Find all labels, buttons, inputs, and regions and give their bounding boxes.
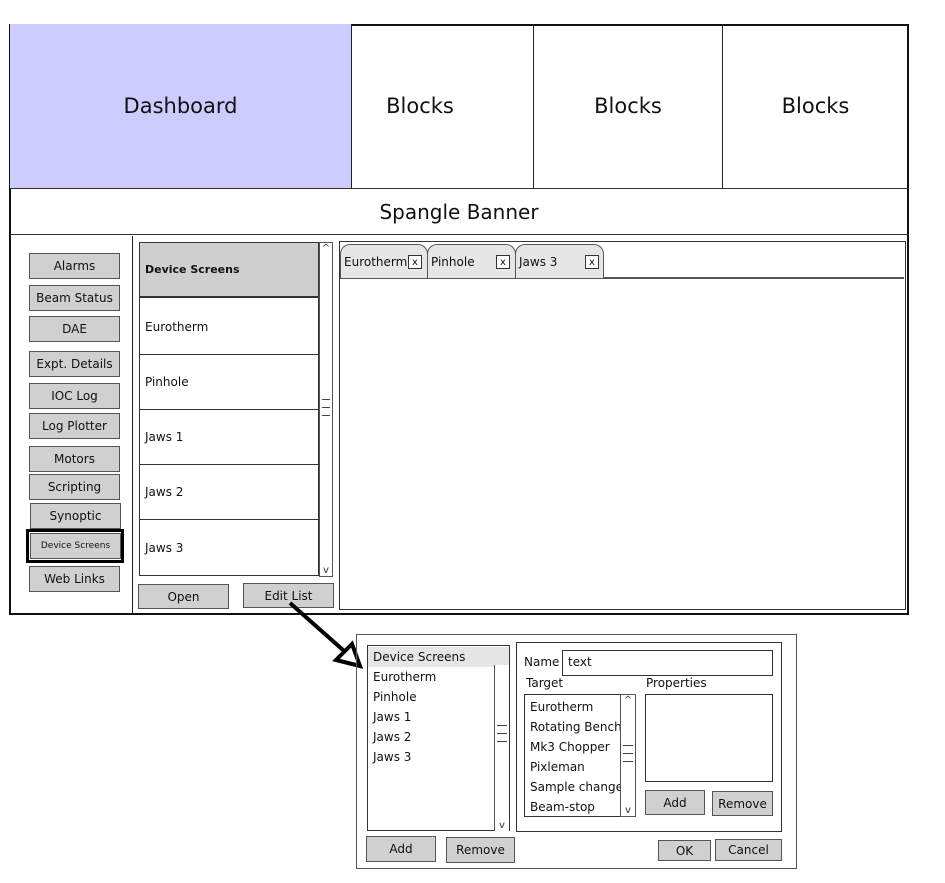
sidebar-item-synoptic[interactable]: Synoptic <box>30 503 121 529</box>
sidebar-item-scripting[interactable]: Scripting <box>29 474 120 500</box>
scroll-grip-icon[interactable] <box>623 753 633 754</box>
list-header: Device Screens <box>140 243 318 298</box>
sidebar-item-log-plotter[interactable]: Log Plotter <box>29 413 120 439</box>
tab-label: Pinhole <box>431 254 475 269</box>
list-item[interactable]: Pinhole <box>368 687 417 707</box>
scroll-up-icon[interactable]: ^ <box>320 243 332 254</box>
device-screen-content: Eurotherm x Pinhole x Jaws 3 x <box>339 241 906 610</box>
close-icon[interactable]: x <box>408 255 422 269</box>
scroll-up-icon[interactable]: ^ <box>621 695 635 706</box>
list-item[interactable]: Eurotherm <box>140 300 318 355</box>
property-remove-button[interactable]: Remove <box>712 791 773 816</box>
dialog-add-button[interactable]: Add <box>366 836 436 862</box>
scroll-down-icon[interactable]: v <box>320 565 332 576</box>
list-item[interactable]: Eurotherm <box>368 667 436 687</box>
scroll-grip-icon[interactable] <box>322 415 330 416</box>
sidebar-item-ioc-log[interactable]: IOC Log <box>29 383 120 409</box>
tab-blocks-1[interactable]: Blocks <box>352 24 534 189</box>
device-list-scrollbar[interactable]: ^ v <box>319 242 333 577</box>
tab-dashboard[interactable]: Dashboard <box>10 24 352 189</box>
list-item[interactable]: Rotating Bench <box>525 717 622 737</box>
cancel-button[interactable]: Cancel <box>715 839 782 861</box>
list-item[interactable]: Jaws 2 <box>368 727 411 747</box>
sidebar-item-dae[interactable]: DAE <box>29 316 120 342</box>
ok-button[interactable]: OK <box>658 840 711 861</box>
scroll-grip-icon[interactable] <box>623 745 633 746</box>
sidebar-item-motors[interactable]: Motors <box>29 446 120 472</box>
list-item[interactable]: Beam-stop <box>525 797 595 817</box>
list-item[interactable]: Sample changer <box>525 777 628 797</box>
sidebar-item-device-screens[interactable]: Device Screens <box>30 533 121 559</box>
scroll-down-icon[interactable]: v <box>621 805 635 816</box>
list-item[interactable]: Jaws 1 <box>368 707 411 727</box>
list-item[interactable]: Jaws 1 <box>140 410 318 465</box>
name-input[interactable]: text <box>562 650 773 676</box>
close-icon[interactable]: x <box>496 255 510 269</box>
scroll-grip-icon[interactable] <box>497 725 507 726</box>
tab-label: Jaws 3 <box>519 254 558 269</box>
tab-blocks-3[interactable]: Blocks <box>723 24 908 189</box>
sidebar-item-alarms[interactable]: Alarms <box>29 253 120 279</box>
tab-blocks-2[interactable]: Blocks <box>534 24 723 189</box>
dialog-remove-button[interactable]: Remove <box>446 837 515 863</box>
tab-label: Eurotherm <box>344 254 408 269</box>
list-item[interactable]: Jaws 3 <box>368 747 411 767</box>
target-label: Target <box>526 676 564 690</box>
list-item[interactable]: Jaws 2 <box>140 465 318 520</box>
list-item[interactable]: Jaws 3 <box>140 520 318 575</box>
sidebar-item-expt-details[interactable]: Expt. Details <box>29 351 120 377</box>
device-screens-list: Device Screens Eurotherm Pinhole Jaws 1 … <box>139 242 319 576</box>
scroll-grip-icon[interactable] <box>322 407 330 408</box>
list-item[interactable]: Pinhole <box>140 355 318 410</box>
properties-label: Properties <box>646 676 707 690</box>
target-list-scrollbar[interactable]: ^ v <box>620 694 636 817</box>
close-icon[interactable]: x <box>585 255 599 269</box>
property-add-button[interactable]: Add <box>645 790 705 815</box>
list-item[interactable]: Device Screens <box>368 647 509 667</box>
scroll-down-icon[interactable]: v <box>495 820 509 831</box>
spangle-banner: Spangle Banner <box>10 189 908 235</box>
name-label: Name <box>524 655 560 669</box>
scroll-grip-icon[interactable] <box>497 733 507 734</box>
list-item[interactable]: Eurotherm <box>525 697 593 717</box>
sidebar-item-web-links[interactable]: Web Links <box>29 566 120 592</box>
dialog-list-scrollbar[interactable]: v <box>494 665 509 831</box>
scroll-grip-icon[interactable] <box>322 399 330 400</box>
open-button[interactable]: Open <box>138 584 229 609</box>
list-item[interactable]: Pixleman <box>525 757 585 777</box>
properties-list[interactable] <box>645 694 773 782</box>
sidebar-item-beam-status[interactable]: Beam Status <box>29 285 120 311</box>
list-item[interactable]: Mk3 Chopper <box>525 737 610 757</box>
scroll-grip-icon[interactable] <box>497 741 507 742</box>
dialog-screen-list: Device Screens Eurotherm Pinhole Jaws 1 … <box>367 645 510 831</box>
scroll-grip-icon[interactable] <box>623 761 633 762</box>
